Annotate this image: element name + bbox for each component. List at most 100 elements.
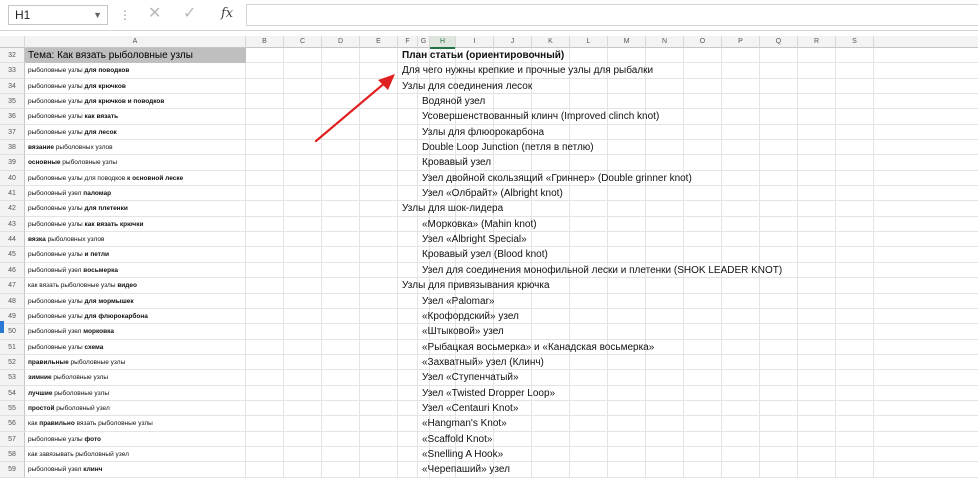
keyword-cell[interactable]: простой рыболовный узел: [28, 401, 110, 416]
cell[interactable]: [398, 170, 418, 187]
cell[interactable]: [836, 293, 874, 309]
cell[interactable]: [760, 140, 798, 156]
cell[interactable]: [322, 278, 360, 294]
keyword-cell[interactable]: рыболовные узлы для флюрокарбона: [28, 309, 148, 324]
column-header-l[interactable]: L: [570, 36, 608, 48]
cell[interactable]: [398, 262, 418, 279]
outline-item-cell[interactable]: Узел «Albright Special»: [422, 232, 527, 247]
cell[interactable]: [836, 308, 874, 325]
cell[interactable]: [608, 155, 646, 171]
cell[interactable]: [646, 278, 684, 294]
cell[interactable]: [722, 186, 760, 202]
cell[interactable]: [360, 247, 398, 263]
cell[interactable]: [284, 109, 322, 125]
cell[interactable]: [684, 63, 722, 79]
outline-item-cell[interactable]: Узел «Ступенчатый»: [422, 370, 519, 385]
cell[interactable]: [246, 446, 284, 463]
cell[interactable]: [836, 78, 874, 95]
cell[interactable]: [398, 354, 418, 371]
cell[interactable]: [798, 431, 836, 447]
chevron-down-icon[interactable]: ▼: [93, 6, 102, 24]
cell[interactable]: [398, 446, 418, 463]
column-header-q[interactable]: Q: [760, 36, 798, 48]
cell[interactable]: [760, 370, 798, 386]
row-header[interactable]: 56: [0, 416, 25, 432]
outline-item-cell[interactable]: Узел «Олбрайт» (Albright knot): [422, 186, 563, 201]
row-header[interactable]: 52: [0, 354, 25, 371]
cell[interactable]: [322, 462, 360, 478]
cell[interactable]: [284, 446, 322, 463]
cell[interactable]: [360, 339, 398, 355]
cell[interactable]: [570, 400, 608, 417]
cell[interactable]: [322, 308, 360, 325]
cell[interactable]: [570, 446, 608, 463]
cell[interactable]: [360, 385, 398, 401]
cell[interactable]: [684, 201, 722, 217]
cell[interactable]: [798, 339, 836, 355]
cell[interactable]: [322, 124, 360, 141]
cell[interactable]: [570, 293, 608, 309]
cell[interactable]: [284, 400, 322, 417]
cell[interactable]: [246, 339, 284, 355]
cell[interactable]: [246, 462, 284, 478]
cell[interactable]: [760, 124, 798, 141]
row-header[interactable]: 58: [0, 446, 25, 463]
cell[interactable]: [360, 170, 398, 187]
cell[interactable]: [722, 339, 760, 355]
cell[interactable]: [646, 446, 684, 463]
cell[interactable]: [360, 446, 398, 463]
outline-item-cell[interactable]: «Штыковой» узел: [422, 324, 504, 339]
cell[interactable]: [360, 63, 398, 79]
cell[interactable]: [570, 354, 608, 371]
cell[interactable]: [246, 124, 284, 141]
cell[interactable]: [360, 400, 398, 417]
cell[interactable]: [284, 293, 322, 309]
cell[interactable]: [608, 201, 646, 217]
cell[interactable]: [722, 155, 760, 171]
outline-item-cell[interactable]: Узел «Centauri Knot»: [422, 401, 518, 416]
cell[interactable]: [608, 385, 646, 401]
column-header-i[interactable]: I: [456, 36, 494, 48]
keyword-cell[interactable]: вязка рыболовных узлов: [28, 232, 104, 247]
cell[interactable]: [836, 339, 874, 355]
cell[interactable]: [360, 354, 398, 371]
keyword-cell[interactable]: рыболовный узел морковка: [28, 324, 114, 339]
row-header[interactable]: 39: [0, 155, 25, 171]
cell[interactable]: [722, 278, 760, 294]
keyword-cell[interactable]: рыболовный узел паломар: [28, 186, 111, 201]
cell[interactable]: [608, 400, 646, 417]
cell[interactable]: [760, 431, 798, 447]
cell[interactable]: [570, 48, 608, 64]
cell[interactable]: [608, 216, 646, 233]
cell[interactable]: [532, 216, 570, 233]
cell[interactable]: [532, 431, 570, 447]
cell[interactable]: [646, 155, 684, 171]
cell[interactable]: [646, 431, 684, 447]
outline-item-cell[interactable]: Узлы для флюорокарбона: [422, 125, 544, 140]
cell[interactable]: [570, 247, 608, 263]
cell[interactable]: [360, 109, 398, 125]
row-header[interactable]: 43: [0, 216, 25, 233]
cell[interactable]: [360, 462, 398, 478]
cell[interactable]: [322, 78, 360, 95]
outline-item-cell[interactable]: «Snelling A Hook»: [422, 447, 503, 462]
topic-cell[interactable]: Тема: Как вязать рыболовные узлы: [25, 48, 246, 64]
cell[interactable]: [684, 324, 722, 340]
cell[interactable]: [798, 155, 836, 171]
cell[interactable]: [532, 293, 570, 309]
column-header-j[interactable]: J: [494, 36, 532, 48]
cell[interactable]: [246, 186, 284, 202]
column-header-c[interactable]: C: [284, 36, 322, 48]
cell[interactable]: [284, 186, 322, 202]
cell[interactable]: [684, 416, 722, 432]
cell[interactable]: [246, 94, 284, 110]
cell[interactable]: [760, 308, 798, 325]
cell[interactable]: [246, 109, 284, 125]
row-header[interactable]: 44: [0, 232, 25, 248]
outline-section-cell[interactable]: Узлы для соединения лесок: [402, 79, 532, 94]
cell[interactable]: [246, 140, 284, 156]
cell[interactable]: [722, 247, 760, 263]
cell[interactable]: [608, 232, 646, 248]
cell[interactable]: [360, 324, 398, 340]
keyword-cell[interactable]: рыболовные узлы для крючков и поводков: [28, 94, 164, 109]
